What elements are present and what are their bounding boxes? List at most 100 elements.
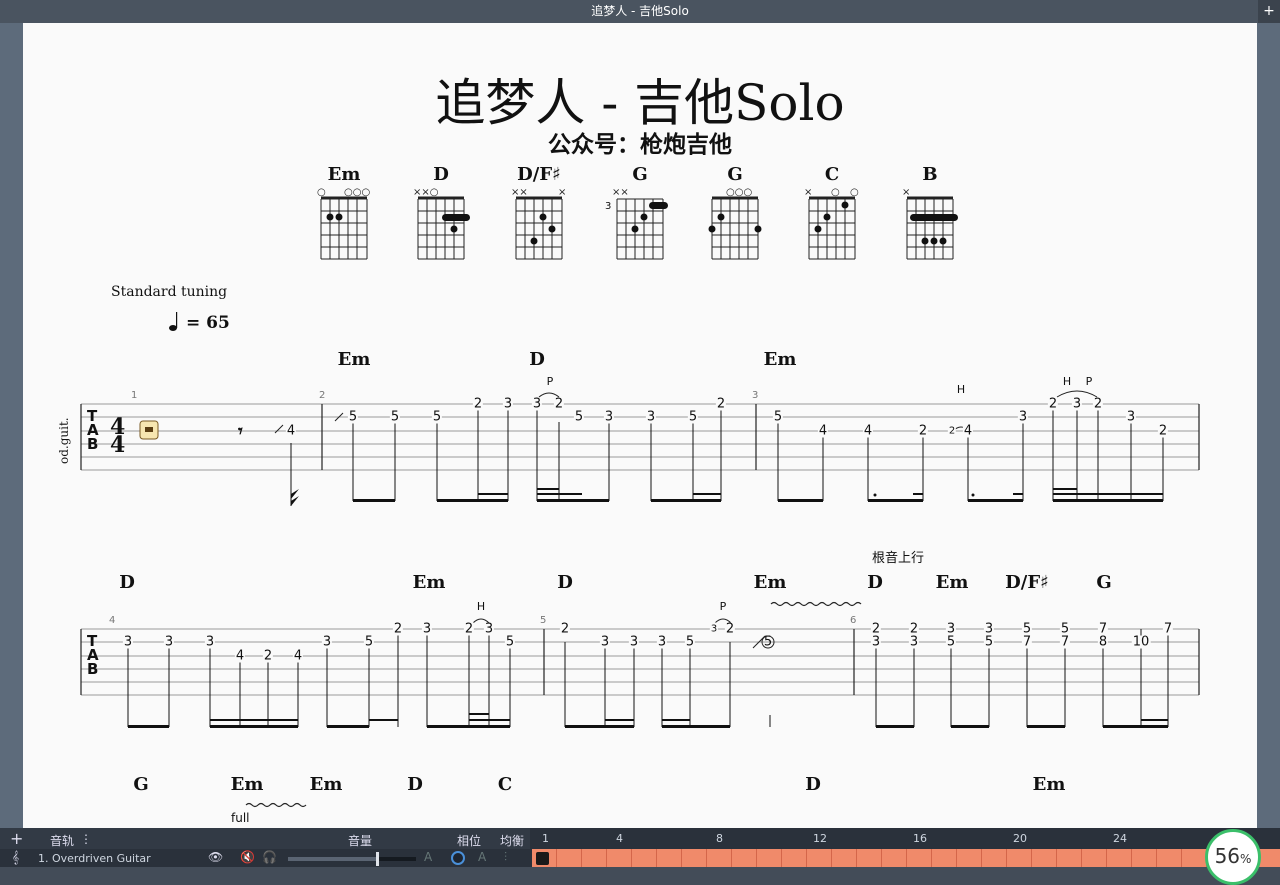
tab-note: 3	[1017, 409, 1029, 425]
tab-note: 2	[917, 423, 929, 439]
tab-note: 5	[983, 634, 995, 650]
ruler-number: 20	[1013, 832, 1027, 845]
tab-note: 2	[1092, 396, 1104, 412]
volume-slider[interactable]	[288, 852, 416, 866]
volume-header-label: 音量	[348, 834, 373, 848]
track-bars[interactable]	[532, 849, 1280, 867]
svg-text:××: ××	[612, 187, 629, 198]
chord-label: Em	[309, 774, 343, 795]
tab-note: 4	[234, 648, 246, 664]
tracks-header-label: 音轨	[50, 834, 75, 848]
bend-label: full	[231, 811, 250, 825]
volume-slider-handle[interactable]	[376, 852, 379, 866]
svg-text:○: ○	[317, 187, 326, 198]
zoom-indicator[interactable]: 56%	[1205, 829, 1261, 885]
tab-note: 4	[962, 423, 974, 439]
tab-clef: TAB	[87, 632, 99, 678]
technique-mark: P	[546, 375, 554, 388]
tab-note: 5	[687, 409, 699, 425]
chord-label: C	[497, 774, 513, 795]
time-signature: 44	[110, 414, 126, 458]
tab-clef: TAB	[87, 407, 99, 453]
tab-note: 7	[1059, 634, 1071, 650]
right-gutter	[1257, 23, 1280, 828]
tab-note: 3	[531, 396, 543, 412]
tab-note: 2	[947, 424, 957, 438]
tab-note: 3	[645, 409, 657, 425]
track-name[interactable]: 1. Overdriven Guitar	[38, 852, 151, 865]
automation-icon[interactable]: A	[424, 850, 432, 864]
tab-note: 5	[772, 409, 784, 425]
chord-label: D	[407, 774, 423, 795]
guitar-icon: 𝄞	[12, 850, 20, 864]
tab-note: 2	[559, 621, 571, 637]
chord-label: Em	[412, 572, 446, 593]
tab-note: 10	[1131, 634, 1151, 650]
tab-note: 2	[1047, 396, 1059, 412]
tab-note: 3	[628, 634, 640, 650]
chord-label: D	[867, 572, 883, 593]
tab-note: 3	[1125, 409, 1137, 425]
eq-icon[interactable]: ⫶	[504, 850, 507, 865]
annotation-text: 根音上行	[872, 551, 925, 566]
tab-note: 8	[1097, 634, 1109, 650]
tab-note: 3	[163, 634, 175, 650]
chord-label: Em	[753, 572, 787, 593]
svg-text:×: ×	[558, 187, 566, 198]
add-tab-button[interactable]: +	[1258, 0, 1280, 23]
chord-label: D	[529, 349, 545, 370]
tempo-marking: = 65	[186, 313, 230, 333]
svg-text:○○○: ○○○	[344, 187, 370, 198]
tab-note: 3	[204, 634, 216, 650]
ruler-number: 12	[813, 832, 827, 845]
notation-graphics: ○ ○○○ ××○ ×× × ×× ○○○ × ○ ○ ×	[80, 187, 1200, 808]
bar-number: 5	[540, 615, 547, 626]
rest-symbol: 𝄾	[238, 421, 243, 442]
chord-label: Em	[935, 572, 969, 593]
svg-text:○: ○	[850, 187, 859, 198]
svg-text:××: ××	[511, 187, 528, 198]
tab-note: 2	[1157, 423, 1169, 439]
mute-icon[interactable]: 🔇	[240, 850, 255, 864]
automation-icon[interactable]: A	[478, 850, 486, 864]
tab-note: 5	[945, 634, 957, 650]
tab-note: 2	[715, 396, 727, 412]
tab-note: 4	[862, 423, 874, 439]
tab-note: 5	[431, 409, 443, 425]
tab-note: 5	[684, 634, 696, 650]
tab-note: 5	[763, 634, 773, 650]
technique-mark: P	[1085, 375, 1093, 388]
svg-text:×: ×	[804, 187, 812, 198]
tab-note: 2	[262, 648, 274, 664]
chord-label: Em	[337, 349, 371, 370]
chord-label: D	[805, 774, 821, 795]
bar-number: 6	[850, 615, 857, 626]
tab-note: 5	[363, 634, 375, 650]
balance-header-label: 均衡	[500, 834, 525, 848]
left-gutter	[0, 23, 23, 828]
tab-note: 3	[603, 409, 615, 425]
solo-headphones-icon[interactable]: 🎧	[262, 850, 277, 864]
technique-mark: H	[1062, 375, 1072, 388]
zoom-unit: %	[1240, 852, 1252, 866]
add-track-button[interactable]: +	[10, 829, 23, 848]
chord-label: G	[1096, 572, 1112, 593]
svg-text:○: ○	[831, 187, 840, 198]
technique-mark: H	[476, 600, 486, 613]
tab-note: 3	[1071, 396, 1083, 412]
tab-note: 3	[599, 634, 611, 650]
tab-note: 7	[1162, 621, 1174, 637]
tab-note: 4	[285, 423, 297, 439]
tuning-label: Standard tuning	[111, 284, 228, 300]
visibility-eye-icon[interactable]: 👁	[208, 850, 223, 864]
ruler-number: 1	[542, 832, 549, 845]
ruler-number: 8	[716, 832, 723, 845]
track-row[interactable]: 𝄞 1. Overdriven Guitar 👁 🔇 🎧 A A ⫶	[0, 849, 530, 867]
timeline[interactable]: 1 4 8 12 16 20 24	[530, 828, 1280, 867]
pan-knob[interactable]	[451, 851, 465, 865]
ruler-number: 4	[616, 832, 623, 845]
tab-note: 3	[122, 634, 134, 650]
tracks-menu-icon[interactable]: ⋮	[80, 832, 92, 846]
score-page: 追梦人 - 吉他Solo 公众号：枪炮吉他 Em D D/F♯ G G C B …	[23, 23, 1257, 828]
bar-number: 4	[109, 615, 116, 626]
